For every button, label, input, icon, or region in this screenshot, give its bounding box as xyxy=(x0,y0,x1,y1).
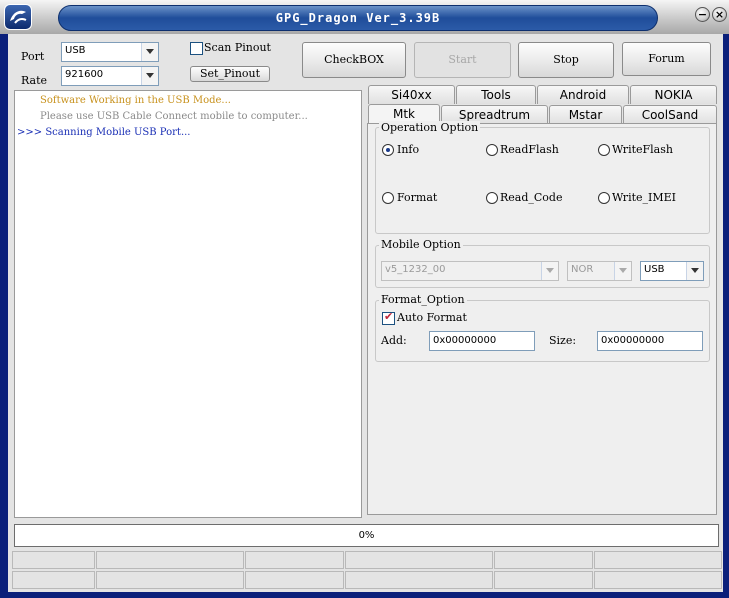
title-bar: GPG_Dragon Ver_3.39B − × xyxy=(0,0,729,34)
forum-button[interactable]: Forum xyxy=(622,42,711,76)
status-cell xyxy=(12,551,95,569)
checkbox-button[interactable]: CheckBOX xyxy=(302,42,406,78)
window-title: GPG_Dragon Ver_3.39B xyxy=(58,5,658,31)
radio-writeflash-label: WriteFlash xyxy=(612,143,673,156)
status-cell xyxy=(594,551,722,569)
mobile-version-value: v5_1232_00 xyxy=(385,264,446,275)
chevron-down-icon[interactable] xyxy=(541,262,558,280)
tab-coolsand[interactable]: CoolSand xyxy=(623,105,717,124)
status-cell xyxy=(594,571,722,589)
chevron-down-icon[interactable] xyxy=(141,67,158,85)
radio-format-label: Format xyxy=(397,191,438,204)
auto-format-checkbox[interactable] xyxy=(382,310,395,325)
chevron-down-icon[interactable] xyxy=(686,262,703,280)
radio-read-code-label: Read_Code xyxy=(500,191,563,204)
status-cell xyxy=(96,551,244,569)
radio-read-code[interactable] xyxy=(486,192,498,204)
chevron-down-icon[interactable] xyxy=(141,43,158,61)
port-value: USB xyxy=(65,45,86,56)
auto-format-label: Auto Format xyxy=(397,311,467,324)
status-cell xyxy=(96,571,244,589)
progress-text: 0% xyxy=(358,530,375,541)
status-cell xyxy=(494,551,593,569)
radio-readflash-label: ReadFlash xyxy=(500,143,559,156)
port-select[interactable]: USB xyxy=(61,42,159,62)
radio-write-imei[interactable] xyxy=(598,192,610,204)
add-label: Add: xyxy=(381,334,407,347)
port-label: Port xyxy=(21,50,45,63)
radio-format[interactable] xyxy=(382,192,394,204)
log-line: Software Working in the USB Mode... xyxy=(40,95,231,106)
tab-si40xx[interactable]: Si40xx xyxy=(368,85,455,104)
rate-select[interactable]: 921600 xyxy=(61,66,159,86)
stop-button[interactable]: Stop xyxy=(518,42,614,78)
add-address-field[interactable]: 0x00000000 xyxy=(429,331,535,351)
status-cell xyxy=(345,571,493,589)
size-label: Size: xyxy=(549,334,577,347)
tab-tools[interactable]: Tools xyxy=(456,85,536,104)
rate-label: Rate xyxy=(21,74,48,87)
tab-nokia[interactable]: NOKIA xyxy=(630,85,717,104)
rate-value: 921600 xyxy=(65,69,104,80)
size-value: 0x00000000 xyxy=(601,335,665,346)
minimize-button[interactable]: − xyxy=(695,7,710,22)
status-cell xyxy=(345,551,493,569)
scan-pinout-checkbox[interactable] xyxy=(190,42,203,55)
scan-pinout-label: Scan Pinout xyxy=(204,41,271,54)
status-cell xyxy=(245,571,344,589)
close-button[interactable]: × xyxy=(712,7,727,22)
progress-bar: 0% xyxy=(14,524,719,547)
flash-type-value: NOR xyxy=(571,264,594,275)
connection-value: USB xyxy=(644,264,665,275)
radio-readflash[interactable] xyxy=(486,144,498,156)
operation-option-title: Operation Option xyxy=(379,121,481,134)
format-option-title: Format_Option xyxy=(379,293,467,306)
tab-mstar[interactable]: Mstar xyxy=(549,105,622,124)
radio-info-label: Info xyxy=(397,143,420,156)
set-pinout-button[interactable]: Set_Pinout xyxy=(190,66,270,82)
flash-type-select[interactable]: NOR xyxy=(567,261,632,281)
log-line: Please use USB Cable Connect mobile to c… xyxy=(40,111,308,122)
status-cell xyxy=(12,571,95,589)
mobile-version-select[interactable]: v5_1232_00 xyxy=(381,261,559,281)
radio-writeflash[interactable] xyxy=(598,144,610,156)
log-line: >>> Scanning Mobile USB Port... xyxy=(17,127,191,138)
chevron-down-icon[interactable] xyxy=(614,262,631,280)
radio-write-imei-label: Write_IMEI xyxy=(612,191,677,204)
tab-android[interactable]: Android xyxy=(537,85,629,104)
start-button[interactable]: Start xyxy=(414,42,511,78)
status-cell xyxy=(494,571,593,589)
status-cell xyxy=(245,551,344,569)
size-field[interactable]: 0x00000000 xyxy=(597,331,703,351)
dragon-logo-icon xyxy=(4,4,32,30)
connection-select[interactable]: USB xyxy=(640,261,704,281)
mobile-option-title: Mobile Option xyxy=(379,238,463,251)
add-address-value: 0x00000000 xyxy=(433,335,497,346)
log-pane[interactable]: Software Working in the USB Mode... Plea… xyxy=(14,90,362,518)
radio-info[interactable] xyxy=(382,144,394,156)
